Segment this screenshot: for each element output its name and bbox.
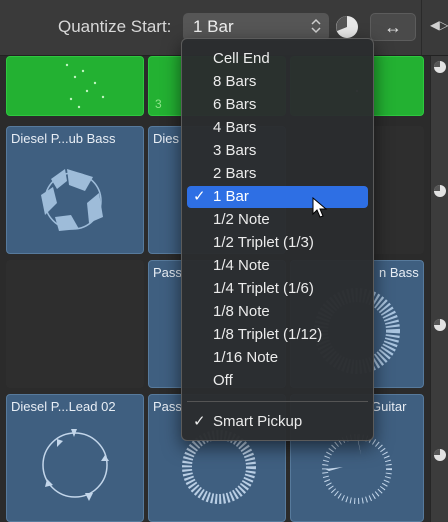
scene-trigger-icon[interactable]	[433, 448, 447, 462]
menu-item[interactable]: 1/8 Triplet (1/12)	[187, 324, 368, 346]
cell-number: 3	[155, 97, 162, 111]
quantize-start-label: Quantize Start:	[58, 17, 172, 36]
menu-separator	[187, 401, 368, 402]
scene-trigger-icon[interactable]	[433, 318, 447, 332]
chevron-updown-icon	[311, 18, 321, 34]
quantize-start-select[interactable]: 1 Bar	[183, 13, 329, 41]
left-right-arrow-icon: ↔	[384, 17, 402, 37]
cell-title: Dies	[153, 131, 180, 146]
quantize-start-menu: Cell End 8 Bars 6 Bars 4 Bars 3 Bars 2 B…	[181, 38, 374, 441]
menu-item[interactable]: Cell End	[187, 48, 368, 70]
menu-item-smart-pickup[interactable]: ✓ Smart Pickup	[187, 411, 368, 433]
loop-cell[interactable]: Diesel P...Lead 02	[6, 394, 144, 522]
menu-item[interactable]: 1/8 Note	[187, 301, 368, 323]
empty-cell[interactable]	[6, 260, 144, 388]
quantize-start-value: 1 Bar	[193, 17, 234, 36]
play-toggle-icon[interactable]: ◀▷	[430, 18, 448, 32]
menu-item[interactable]: 3 Bars	[187, 140, 368, 162]
scene-trigger-icon[interactable]	[433, 60, 447, 74]
toolbar-divider	[421, 0, 422, 55]
menu-item[interactable]: 6 Bars	[187, 94, 368, 116]
menu-item[interactable]: 8 Bars	[187, 71, 368, 93]
loop-cell[interactable]: Diesel P...ub Bass	[6, 126, 144, 254]
loop-waveform-icon	[41, 169, 103, 231]
menu-item[interactable]: Off	[187, 370, 368, 392]
waveform-dots-icon	[65, 63, 105, 109]
menu-item[interactable]: 1/4 Note	[187, 255, 368, 277]
checkmark-icon: ✓	[193, 413, 206, 430]
mouse-pointer-icon	[312, 197, 328, 218]
scene-trigger-column	[430, 56, 448, 522]
scene-trigger-icon[interactable]	[433, 184, 447, 198]
menu-item[interactable]: 1/4 Triplet (1/6)	[187, 278, 368, 300]
menu-item[interactable]: 1/2 Triplet (1/3)	[187, 232, 368, 254]
loop-waveform-icon	[42, 429, 109, 501]
checkmark-icon: ✓	[193, 188, 206, 205]
menu-item[interactable]: 1/16 Note	[187, 347, 368, 369]
menu-item[interactable]: 4 Bars	[187, 117, 368, 139]
menu-item[interactable]: 1/2 Note	[187, 209, 368, 231]
cell-title: Pass	[153, 265, 182, 280]
pie-progress-icon[interactable]	[335, 15, 359, 39]
expand-horizontal-button[interactable]: ↔	[370, 13, 416, 41]
loop-cell-green[interactable]	[6, 56, 144, 116]
menu-item[interactable]: 2 Bars	[187, 163, 368, 185]
menu-item-selected[interactable]: ✓ 1 Bar	[187, 186, 368, 208]
